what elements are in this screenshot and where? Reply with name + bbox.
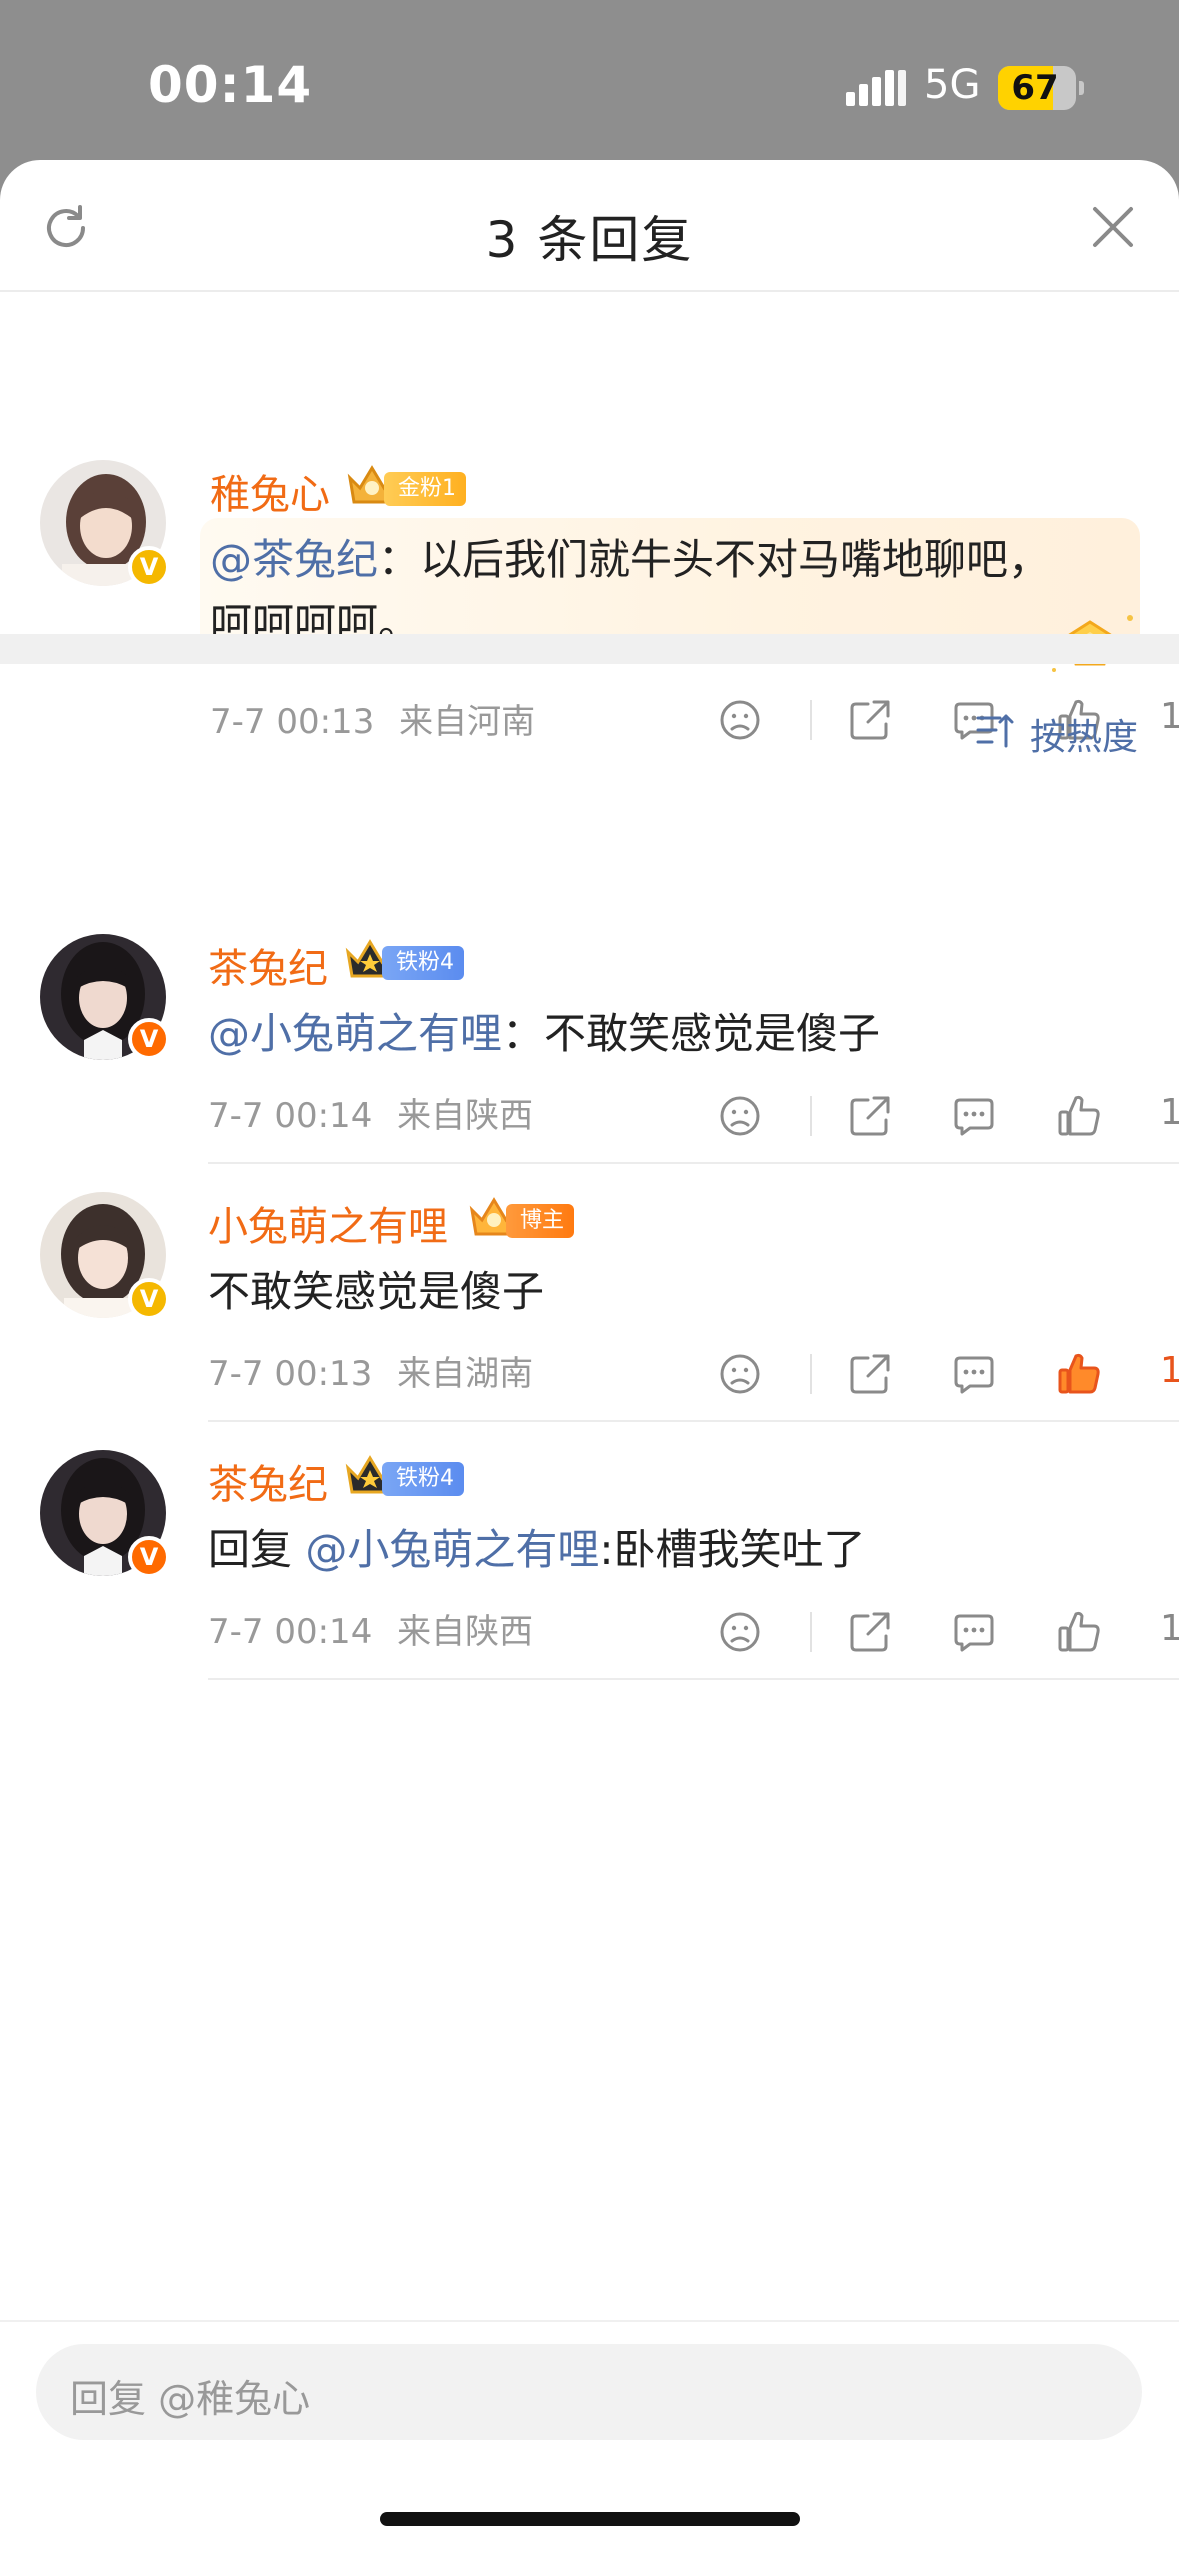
battery-level: 67 — [1011, 68, 1059, 108]
comment-location: 来自湖南 — [397, 1354, 534, 1394]
fan-badge-label: 铁粉4 — [382, 946, 464, 980]
row-divider — [208, 1678, 1179, 1680]
fan-badge-label: 博主 — [506, 1204, 575, 1238]
comment-meta: 7-7 00:14 来自陕西 — [208, 1088, 533, 1137]
like-count: 1 — [1160, 1092, 1179, 1133]
verified-badge-icon: V — [128, 546, 170, 588]
section-divider — [0, 634, 1179, 664]
like-icon[interactable] — [1056, 1608, 1102, 1654]
status-bar: 00:14 5G 67 — [0, 0, 1179, 160]
comment-body: ：以后我们就牛头不对马嘴地聊吧， — [378, 535, 1051, 584]
comment-meta: 7-7 00:13 来自湖南 — [208, 1346, 533, 1395]
comment-text: 回复 @小兔萌之有哩:卧槽我笑吐了 — [208, 1518, 866, 1582]
dislike-icon[interactable] — [718, 1094, 762, 1138]
mention-link[interactable]: @小兔萌之有哩 — [305, 1525, 599, 1574]
battery-icon: 67 — [998, 66, 1084, 110]
comment-date: 7-7 00:14 — [208, 1096, 373, 1136]
reply-prefix: 回复 — [208, 1525, 306, 1574]
verified-badge-icon: V — [128, 1018, 170, 1060]
fan-badge-label: 金粉1 — [384, 472, 466, 506]
row-divider — [208, 1420, 1179, 1422]
dislike-icon[interactable] — [718, 1610, 762, 1654]
comment-icon[interactable] — [952, 1352, 996, 1396]
comment-body: ：不敢笑感觉是傻子 — [502, 1009, 881, 1058]
comment-location: 来自陕西 — [397, 1612, 534, 1652]
sort-icon — [976, 714, 1014, 748]
status-time: 00:14 — [148, 56, 313, 114]
username[interactable]: 茶兔纪 — [208, 936, 328, 994]
reply-placeholder: 回复 @稚兔心 — [70, 2377, 311, 2421]
share-icon[interactable] — [848, 698, 892, 742]
comment-location: 来自河南 — [399, 702, 536, 742]
home-indicator — [380, 2512, 800, 2526]
reply-input[interactable]: 回复 @稚兔心 — [36, 2344, 1142, 2440]
comment-date: 7-7 00:13 — [208, 1354, 373, 1394]
mention-link[interactable]: @小兔萌之有哩 — [208, 1009, 502, 1058]
comment-date: 7-7 00:13 — [210, 702, 375, 742]
share-icon[interactable] — [848, 1352, 892, 1396]
comment-icon[interactable] — [952, 1610, 996, 1654]
page-title: 3 条回复 — [485, 211, 694, 269]
comment-text: 不敢笑感觉是傻子 — [208, 1267, 545, 1316]
comment-actions: 1 — [718, 1086, 1179, 1146]
like-count: 1 — [1160, 1608, 1179, 1649]
like-count: 1 — [1160, 696, 1179, 737]
like-count: 1 — [1160, 1350, 1179, 1391]
comment-body: :卧槽我笑吐了 — [599, 1525, 866, 1574]
verified-badge-icon: V — [128, 1536, 170, 1578]
verified-badge-icon: V — [128, 1278, 170, 1320]
sheet-header: 3 条回复 — [0, 160, 1179, 292]
reply-composer: 回复 @稚兔心 — [0, 2320, 1179, 2556]
comment-meta: 7-7 00:13 来自河南 — [210, 694, 535, 743]
mention-link[interactable]: @茶兔纪 — [210, 535, 378, 584]
username[interactable]: 小兔萌之有哩 — [208, 1194, 448, 1252]
comment-text: @茶兔纪：以后我们就牛头不对马嘴地聊吧， — [210, 528, 1050, 592]
signal-icon — [846, 70, 906, 106]
comment-meta: 7-7 00:14 来自陕西 — [208, 1604, 533, 1653]
replies-sheet: 3 条回复 V 稚兔心 金粉1 @茶兔纪：以后我们就牛头不对马嘴地聊吧， 呵呵呵… — [0, 160, 1179, 2556]
like-icon[interactable] — [1056, 1092, 1102, 1138]
like-icon-active[interactable] — [1056, 1350, 1102, 1396]
comment-actions: 1 — [718, 1344, 1179, 1404]
network-label: 5G — [924, 62, 981, 108]
share-icon[interactable] — [848, 1094, 892, 1138]
username[interactable]: 稚兔心 — [210, 462, 330, 520]
comment-icon[interactable] — [952, 1094, 996, 1138]
fan-badge-label: 铁粉4 — [382, 1462, 464, 1496]
comment-text: @小兔萌之有哩：不敢笑感觉是傻子 — [208, 1002, 880, 1066]
comment-actions: 1 — [718, 1602, 1179, 1662]
dislike-icon[interactable] — [718, 698, 762, 742]
comment-location: 来自陕西 — [397, 1096, 534, 1136]
row-divider — [208, 1162, 1179, 1164]
username[interactable]: 茶兔纪 — [208, 1452, 328, 1510]
close-icon[interactable] — [1090, 204, 1136, 250]
comment-date: 7-7 00:14 — [208, 1612, 373, 1652]
dislike-icon[interactable] — [718, 1352, 762, 1396]
sort-label: 按热度 — [1030, 717, 1139, 758]
share-icon[interactable] — [848, 1610, 892, 1654]
